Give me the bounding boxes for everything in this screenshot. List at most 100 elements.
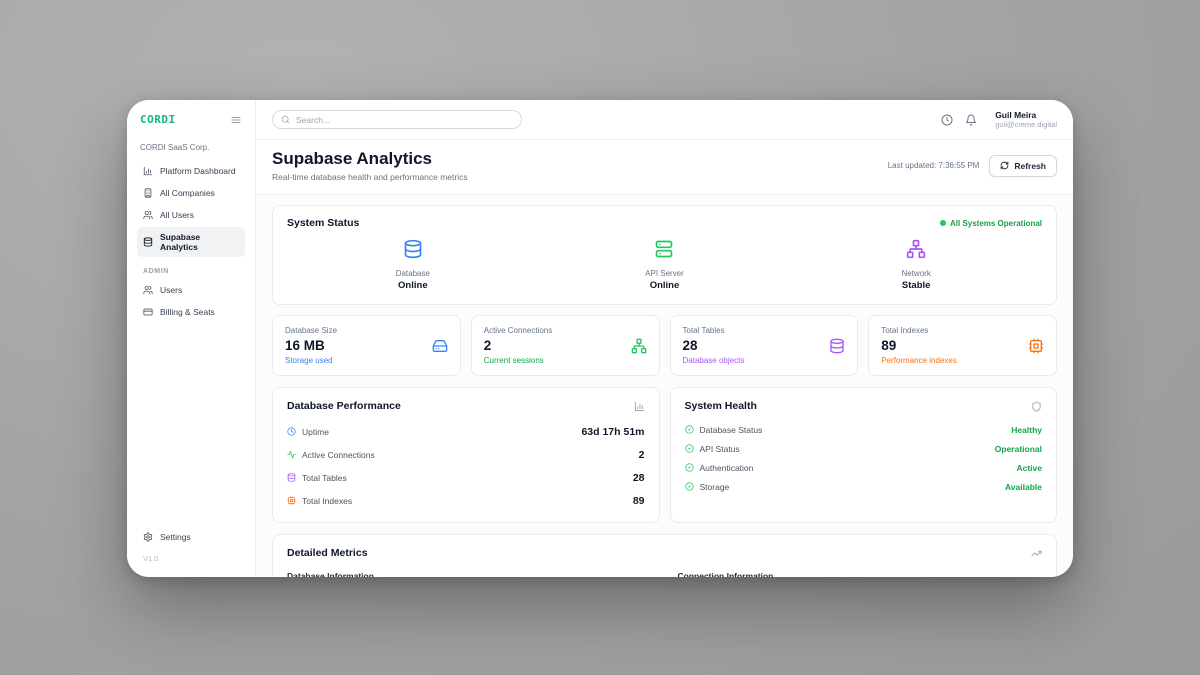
cpu-icon — [1028, 338, 1044, 354]
trending-up-icon — [1031, 548, 1042, 559]
performance-row-value: 2 — [639, 449, 645, 461]
status-item-database: Database Online — [287, 239, 539, 291]
check-circle-icon — [685, 463, 694, 472]
health-row-value: Healthy — [1011, 425, 1042, 435]
metric-card-database-size: Database Size 16 MB Storage used — [272, 315, 461, 376]
performance-row-label: Total Tables — [302, 473, 347, 483]
sidebar-item-all-users[interactable]: All Users — [137, 205, 245, 225]
sidebar-item-label: Billing & Seats — [160, 307, 215, 317]
network-icon — [631, 338, 647, 354]
last-updated: Last updated: 7:36:55 PM — [888, 161, 980, 170]
users-icon — [143, 285, 153, 295]
metric-sublabel: Storage used — [285, 356, 337, 365]
user-menu[interactable]: Guil Meira guil@creme.digital — [995, 110, 1057, 130]
health-row-database-status: Database Status Healthy — [685, 420, 1043, 439]
check-circle-icon — [685, 425, 694, 434]
performance-row-total-indexes: Total Indexes 89 — [287, 489, 645, 512]
health-row-value: Available — [1005, 482, 1042, 492]
metric-value: 2 — [484, 338, 552, 353]
page-header: Supabase Analytics Real-time database he… — [256, 140, 1073, 195]
metric-sublabel: Database objects — [683, 356, 745, 365]
status-badge-label: All Systems Operational — [950, 219, 1042, 228]
history-icon[interactable] — [941, 114, 953, 126]
sidebar-item-platform-dashboard[interactable]: Platform Dashboard — [137, 161, 245, 181]
sidebar-footer: Settings V1.0 — [137, 527, 245, 563]
search-icon — [281, 115, 290, 124]
menu-icon[interactable] — [230, 114, 242, 126]
status-item-label: Network — [790, 269, 1042, 278]
metric-card-active-connections: Active Connections 2 Current sessions — [471, 315, 660, 376]
panel-title: Database Performance — [287, 400, 401, 412]
metric-value: 16 MB — [285, 338, 337, 353]
sidebar-item-billing-seats[interactable]: Billing & Seats — [137, 302, 245, 322]
database-icon — [829, 338, 845, 354]
health-row-api-status: API Status Operational — [685, 439, 1043, 458]
metric-card-total-indexes: Total Indexes 89 Performance indexes — [868, 315, 1057, 376]
health-row-storage: Storage Available — [685, 477, 1043, 496]
status-item-label: Database — [287, 269, 539, 278]
shield-icon — [1031, 401, 1042, 412]
search-input[interactable] — [296, 115, 513, 125]
main-area: Guil Meira guil@creme.digital Supabase A… — [256, 100, 1073, 577]
system-status-card: System Status All Systems Operational Da… — [272, 205, 1057, 305]
connection-information-column: Connection Information Active Connection… — [678, 571, 1043, 577]
sidebar-item-label: Supabase Analytics — [160, 232, 239, 252]
sidebar-item-label: All Users — [160, 210, 194, 220]
bar-chart-icon — [634, 401, 645, 412]
database-performance-panel: Database Performance — [272, 387, 660, 523]
performance-row-label: Uptime — [302, 427, 329, 437]
health-row-authentication: Authentication Active — [685, 458, 1043, 477]
sidebar-item-label: Settings — [160, 532, 191, 542]
gear-icon — [143, 532, 153, 542]
database-icon — [403, 239, 423, 259]
sidebar-section-admin: ADMIN — [143, 268, 239, 275]
bell-icon[interactable] — [965, 114, 977, 126]
page-subtitle: Real-time database health and performanc… — [272, 172, 468, 182]
metric-cards-row: Database Size 16 MB Storage used Active … — [272, 315, 1057, 376]
health-row-label: API Status — [700, 444, 740, 454]
app-window: CORDI CORDI SaaS Corp. Platform Dashboar… — [127, 100, 1073, 577]
activity-icon — [287, 450, 296, 459]
performance-row-value: 89 — [633, 495, 645, 507]
app-logo: CORDI — [140, 113, 176, 126]
status-item-network: Network Stable — [790, 239, 1042, 291]
sidebar-nav: Platform Dashboard All Companies All Use… — [137, 161, 245, 324]
performance-row-active-connections: Active Connections 2 — [287, 443, 645, 466]
metric-label: Database Size — [285, 326, 337, 335]
server-icon — [654, 239, 674, 259]
metric-label: Total Indexes — [881, 326, 957, 335]
topbar: Guil Meira guil@creme.digital — [256, 100, 1073, 140]
detailed-metrics-title: Detailed Metrics — [287, 547, 368, 559]
detailed-metrics-card: Detailed Metrics Database Information Da… — [272, 534, 1057, 577]
status-item-api-server: API Server Online — [539, 239, 791, 291]
check-circle-icon — [685, 444, 694, 453]
cpu-icon — [287, 496, 296, 505]
metric-label: Active Connections — [484, 326, 552, 335]
status-item-value: Online — [287, 280, 539, 291]
refresh-label: Refresh — [1014, 161, 1046, 171]
status-dot — [940, 220, 946, 226]
performance-row-label: Active Connections — [302, 450, 375, 460]
sidebar-item-supabase-analytics[interactable]: Supabase Analytics — [137, 227, 245, 257]
metric-value: 89 — [881, 338, 957, 353]
metric-value: 28 — [683, 338, 745, 353]
page-title: Supabase Analytics — [272, 149, 468, 169]
users-icon — [143, 210, 153, 220]
sidebar-item-users[interactable]: Users — [137, 280, 245, 300]
building-icon — [143, 188, 153, 198]
performance-row-total-tables: Total Tables 28 — [287, 466, 645, 489]
refresh-button[interactable]: Refresh — [989, 155, 1057, 177]
performance-row-label: Total Indexes — [302, 496, 352, 506]
sidebar-item-label: Platform Dashboard — [160, 166, 236, 176]
health-row-label: Storage — [700, 482, 730, 492]
database-icon — [287, 473, 296, 482]
sidebar-item-all-companies[interactable]: All Companies — [137, 183, 245, 203]
org-name: CORDI SaaS Corp. — [140, 143, 242, 152]
network-icon — [906, 239, 926, 259]
health-row-label: Authentication — [700, 463, 754, 473]
sidebar-item-settings[interactable]: Settings — [137, 527, 245, 547]
status-item-value: Online — [539, 280, 791, 291]
content-area: System Status All Systems Operational Da… — [256, 195, 1073, 577]
sidebar-header: CORDI — [137, 113, 245, 126]
search-box[interactable] — [272, 110, 522, 129]
